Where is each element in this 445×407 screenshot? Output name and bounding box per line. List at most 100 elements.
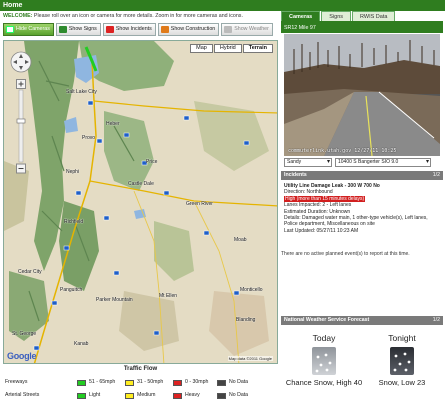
show-construction-button[interactable]: Show Construction [157,23,220,36]
welcome-prefix: WELCOME: [3,13,33,19]
camera-icon [6,26,14,33]
city-label: Provo [82,135,96,141]
forecast-header: National Weather Service Forecast 1/2 [281,316,443,325]
terrain-map[interactable]: Salt Lake City Provo Heber Nephi Price C… [3,40,278,364]
legend-item-label: 31 - 50mph [137,379,164,385]
city-label: Monticello [240,287,263,293]
city-label: Heber [106,121,120,127]
incident-severity: High (more than 15 minutes delays) [284,195,366,202]
show-incidents-button[interactable]: Show Incidents [102,23,156,36]
incident-details: Utility Line Damage Leak - 300 W 700 No … [284,183,440,234]
show-weather-button[interactable]: Show Weather [221,23,273,36]
city-label: Castle Dale [128,181,154,187]
camera-selectors: Sandy 10400 S Bangerter SIO 9.0 [284,158,440,168]
camera-image[interactable]: commuterlink.utah.gov 12/27/11 10:25 [284,34,440,156]
legend-row-arterial: Arterial Streets Light Medium Heavy No D… [3,391,278,400]
legend-swatch-gray [217,379,226,386]
city-label: Parker Mountain [96,297,133,303]
legend-swatch-green [77,379,86,386]
city-label: Salt Lake City [66,89,97,95]
show-construction-label: Show Construction [170,26,216,32]
welcome-message: WELCOME: Please roll over an icon or cam… [0,11,278,21]
legend-row-label: Arterial Streets [5,392,40,398]
incident-icon [105,26,114,33]
legend-item-label: Light [89,392,101,398]
city-label: St. George [12,331,37,337]
map-type-terrain-button[interactable]: Terrain [242,44,273,53]
snow-night-icon [390,347,414,375]
forecast-period-name: Tonight [388,333,416,343]
city-label: Green River [186,201,213,207]
camera-location-select[interactable]: 10400 S Bangerter SIO 9.0 [335,158,431,167]
legend-item-label: No Data [229,379,249,385]
welcome-text: Please roll over an icon or camera for m… [32,13,243,19]
city-label: Richfield [64,219,84,225]
home-bar[interactable]: Home [0,0,445,11]
camera-caption: commuterlink.utah.gov 12/27/11 10:25 [288,148,397,154]
show-signs-label: Show Signs [68,26,97,32]
forecast-period-text: Chance Snow, High 40 [285,378,363,387]
incidents-header: Incidents 1/2 [281,171,443,180]
zoom-slider[interactable] [16,79,26,174]
forecast-title: National Weather Service Forecast [284,317,370,323]
city-label: Cedar City [18,269,42,275]
pan-control[interactable] [10,51,32,73]
incident-last-updated: Last Updated: 05/27/11 10:23 AM [284,227,359,234]
legend-item-label: No Data [229,392,249,398]
forecast-period-name: Today [312,333,336,343]
map-type-map-button[interactable]: Map [190,44,213,53]
home-label[interactable]: Home [3,2,22,9]
info-panel: Cameras Signs RWIS Data SR12 Mile 97 com… [281,11,443,407]
legend-row-label: Freeways [5,379,28,385]
weather-icon [224,26,233,33]
incidents-pager[interactable]: 1/2 [433,171,440,180]
legend-item-label: Heavy [185,392,200,398]
tab-rwis-data[interactable]: RWIS Data [352,11,396,21]
camera-name: SR12 Mile 97 [281,23,443,33]
hide-cameras-button[interactable]: Hide Cameras [3,23,54,36]
incident-title: Utility Line Damage Leak - 300 W 700 No [284,183,380,189]
snow-cloud-day-icon [312,347,336,375]
show-signs-button[interactable]: Show Signs [55,23,101,36]
incidents-title: Incidents [284,172,307,178]
hide-cameras-label: Hide Cameras [16,26,50,32]
map-type-switcher: Map Hybrid Terrain [190,44,273,53]
map-attribution: Map data ©2011 Google [227,356,273,361]
map-terrain-graphic [4,41,277,363]
incident-details-text: Details: Damaged water main, 1 other-typ… [284,215,428,228]
city-label: Kanab [74,341,89,347]
legend-swatch-yellow [125,392,134,399]
legend-swatch-green [77,392,86,399]
map-toolbar: Hide Cameras Show Signs Show Incidents S… [3,23,278,37]
traffic-legend: Traffic Flow Freeways 51 - 65mph 31 - 50… [3,364,278,407]
legend-item-label: Medium [137,392,156,398]
legend-item-label: 51 - 65mph [89,379,116,385]
construction-icon [160,26,169,33]
legend-swatch-yellow [125,379,134,386]
forecast-pager[interactable]: 1/2 [433,316,440,325]
legend-row-freeways: Freeways 51 - 65mph 31 - 50mph 0 - 30mph… [3,378,278,387]
map-type-hybrid-button[interactable]: Hybrid [213,44,242,53]
camera-scene-graphic [284,34,440,156]
city-label: Panguitch [60,287,83,293]
city-label: Mt Ellen [159,293,178,299]
city-label: Nephi [66,169,80,175]
forecast-period-text: Snow, Low 23 [378,378,426,387]
planned-events-message: There are no active planned event(s) to … [281,251,410,257]
legend-title: Traffic Flow [123,366,158,372]
legend-swatch-red [173,392,182,399]
tab-signs[interactable]: Signs [321,11,352,21]
google-logo: Google [7,351,37,361]
panel-tabs: Cameras Signs RWIS Data [281,11,443,21]
legend-swatch-red [173,379,182,386]
city-select[interactable]: Sandy [284,158,332,167]
city-label: Blanding [236,317,256,323]
show-incidents-label: Show Incidents [115,26,152,32]
forecast-period-today: Today Chance Snow, High 40 [285,333,363,387]
show-weather-label: Show Weather [234,26,269,32]
sign-icon [58,26,67,33]
legend-item-label: 0 - 30mph [185,379,209,385]
legend-swatch-gray [217,392,226,399]
city-label: Price [146,159,158,165]
tab-cameras[interactable]: Cameras [281,11,321,21]
